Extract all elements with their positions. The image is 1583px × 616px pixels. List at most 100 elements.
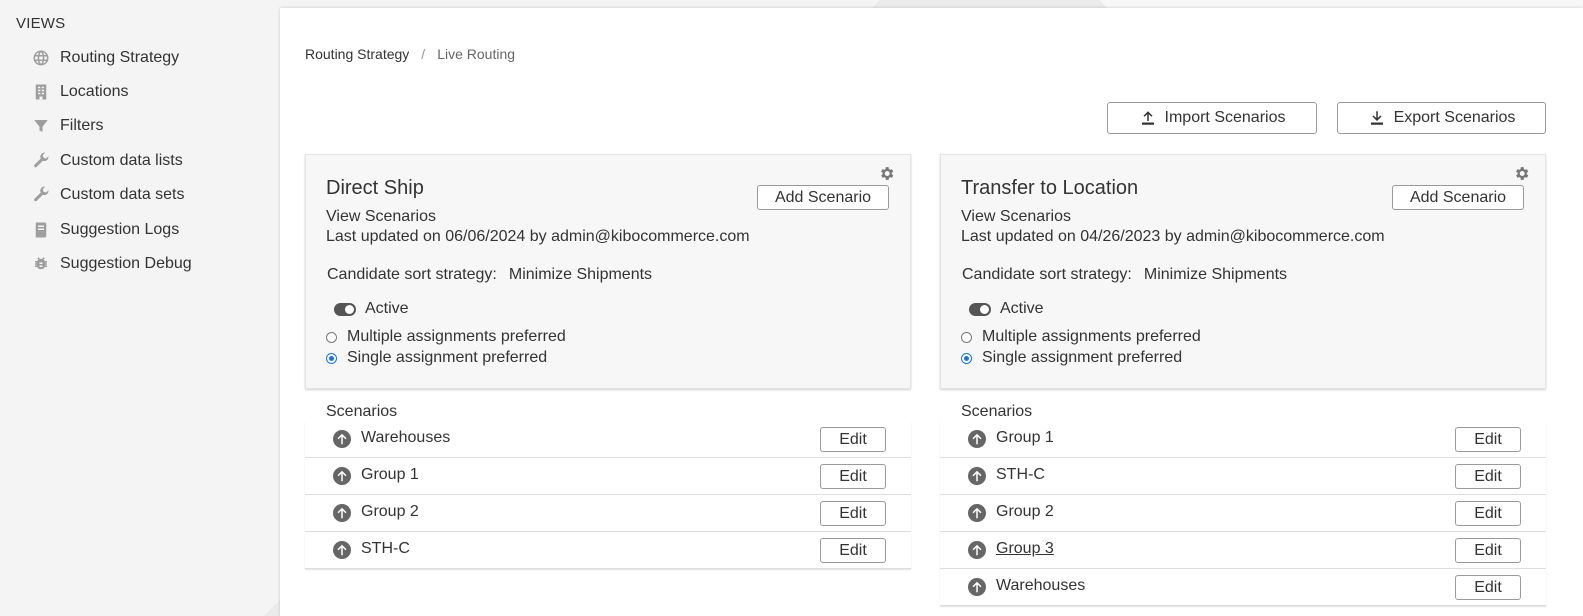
arrow-up-circle-icon[interactable] — [333, 430, 351, 448]
breadcrumb-link-routing-strategy[interactable]: Routing Strategy — [305, 46, 409, 62]
edit-button[interactable]: Edit — [1455, 464, 1521, 489]
arrow-up-circle-icon[interactable] — [968, 504, 986, 522]
scenario-row: Group 2 Edit — [940, 495, 1546, 532]
scenario-row: Warehouses Edit — [940, 569, 1546, 606]
scenarios-heading: Scenarios — [326, 403, 398, 420]
sidebar-item-label: Filters — [60, 117, 104, 134]
breadcrumb-separator: / — [421, 46, 426, 62]
main-panel: Routing Strategy / Live Routing Import S… — [280, 8, 1583, 616]
active-row: Active — [334, 300, 409, 318]
sidebar-item-label: Suggestion Logs — [60, 221, 180, 238]
add-scenario-button[interactable]: Add Scenario — [757, 185, 889, 210]
sidebar-item-locations[interactable]: Locations — [32, 80, 129, 104]
sidebar-item-custom-data-lists[interactable]: Custom data lists — [32, 149, 183, 173]
export-scenarios-button[interactable]: Export Scenarios — [1337, 102, 1546, 134]
active-label: Active — [1000, 300, 1044, 317]
edit-button[interactable]: Edit — [1455, 538, 1521, 563]
sidebar-item-routing-strategy[interactable]: Routing Strategy — [32, 46, 179, 70]
arrow-up-circle-icon[interactable] — [968, 578, 986, 596]
scenario-row: Group 3 Edit — [940, 532, 1546, 569]
radio-button-selected[interactable] — [326, 352, 337, 364]
edit-button[interactable]: Edit — [1455, 501, 1521, 526]
funnel-icon — [32, 117, 50, 135]
radio-button[interactable] — [326, 331, 337, 343]
globe-icon — [32, 49, 50, 67]
sidebar-item-label: Custom data sets — [60, 186, 185, 203]
scenario-name: Group 2 — [996, 503, 1054, 520]
scenario-name: Group 2 — [361, 503, 419, 520]
arrow-up-circle-icon[interactable] — [968, 467, 986, 485]
scenario-name: Warehouses — [996, 577, 1086, 594]
scenario-name: STH-C — [996, 466, 1045, 483]
active-label: Active — [365, 300, 409, 317]
breadcrumb-current: Live Routing — [437, 46, 516, 62]
scenario-row: Group 2 Edit — [305, 495, 911, 532]
sort-strategy-label: Candidate sort strategy: — [327, 266, 497, 283]
scenario-list-direct-ship: Warehouses Edit Group 1 Edit Group 2 Edi… — [305, 421, 911, 569]
strategy-card-transfer-to-location: Transfer to Location Add Scenario View S… — [940, 154, 1546, 389]
active-toggle[interactable] — [334, 302, 356, 316]
radio-button-selected[interactable] — [961, 352, 972, 364]
import-scenarios-button[interactable]: Import Scenarios — [1107, 102, 1317, 134]
radio-label: Multiple assignments preferred — [982, 328, 1201, 345]
sidebar-item-label: Locations — [60, 83, 129, 100]
scenario-row: STH-C Edit — [940, 458, 1546, 495]
scenario-name: STH-C — [361, 540, 410, 557]
radio-single-assignment[interactable]: Single assignment preferred — [961, 349, 1182, 367]
sidebar-item-label: Custom data lists — [60, 152, 183, 169]
edit-button[interactable]: Edit — [1455, 575, 1521, 600]
active-toggle[interactable] — [969, 302, 991, 316]
edit-button[interactable]: Edit — [1455, 427, 1521, 452]
sort-strategy-label: Candidate sort strategy: — [962, 266, 1132, 283]
radio-single-assignment[interactable]: Single assignment preferred — [326, 349, 547, 367]
radio-multiple-assignments[interactable]: Multiple assignments preferred — [326, 328, 566, 346]
sort-strategy-row: Candidate sort strategy: Minimize Shipme… — [962, 266, 1287, 284]
radio-button[interactable] — [961, 331, 972, 343]
scenario-name: Group 1 — [361, 466, 419, 483]
gear-icon[interactable] — [878, 165, 895, 182]
sidebar-item-suggestion-debug[interactable]: Suggestion Debug — [32, 252, 192, 276]
arrow-up-circle-icon[interactable] — [968, 430, 986, 448]
sidebar-title: VIEWS — [16, 15, 66, 32]
add-scenario-button[interactable]: Add Scenario — [1392, 185, 1524, 210]
view-scenarios-link[interactable]: View Scenarios — [326, 208, 436, 226]
card-title: Direct Ship — [326, 177, 424, 199]
sort-strategy-value: Minimize Shipments — [1143, 266, 1288, 283]
radio-label: Multiple assignments preferred — [347, 328, 566, 345]
radio-label: Single assignment preferred — [982, 349, 1183, 366]
arrow-up-circle-icon[interactable] — [333, 467, 351, 485]
sort-strategy-row: Candidate sort strategy: Minimize Shipme… — [327, 266, 652, 284]
sidebar-item-custom-data-sets[interactable]: Custom data sets — [32, 183, 185, 207]
radio-multiple-assignments[interactable]: Multiple assignments preferred — [961, 328, 1201, 346]
arrow-up-circle-icon[interactable] — [333, 541, 351, 559]
radio-label: Single assignment preferred — [347, 349, 548, 366]
edit-button[interactable]: Edit — [820, 501, 886, 526]
edit-button[interactable]: Edit — [820, 427, 886, 452]
edit-button[interactable]: Edit — [820, 538, 886, 563]
bug-icon — [32, 255, 50, 273]
last-updated-text: Last updated on 06/06/2024 by admin@kibo… — [326, 228, 750, 245]
scenario-row: Group 1 Edit — [305, 458, 911, 495]
sidebar-item-label: Suggestion Debug — [60, 255, 192, 272]
sidebar-item-suggestion-logs[interactable]: Suggestion Logs — [32, 218, 179, 242]
edit-button[interactable]: Edit — [820, 464, 886, 489]
scenario-name[interactable]: Group 3 — [996, 540, 1054, 558]
view-scenarios-link[interactable]: View Scenarios — [961, 208, 1071, 226]
sidebar: VIEWS Routing Strategy Locations Filters… — [0, 0, 280, 616]
active-row: Active — [969, 300, 1044, 318]
import-scenarios-label: Import Scenarios — [1164, 109, 1286, 126]
download-icon — [1370, 111, 1383, 125]
arrow-up-circle-icon[interactable] — [968, 541, 986, 559]
arrow-up-circle-icon[interactable] — [333, 504, 351, 522]
book-icon — [32, 221, 50, 239]
breadcrumb: Routing Strategy / Live Routing — [305, 46, 515, 62]
upload-icon — [1141, 111, 1154, 125]
sidebar-item-filters[interactable]: Filters — [32, 114, 104, 138]
sidebar-item-label: Routing Strategy — [60, 49, 180, 66]
scenario-row: Group 1 Edit — [940, 421, 1546, 458]
export-scenarios-label: Export Scenarios — [1393, 109, 1516, 126]
building-icon — [32, 83, 50, 101]
sort-strategy-value: Minimize Shipments — [508, 266, 653, 283]
strategy-card-direct-ship: Direct Ship Add Scenario View Scenarios … — [305, 154, 911, 389]
gear-icon[interactable] — [1513, 165, 1530, 182]
